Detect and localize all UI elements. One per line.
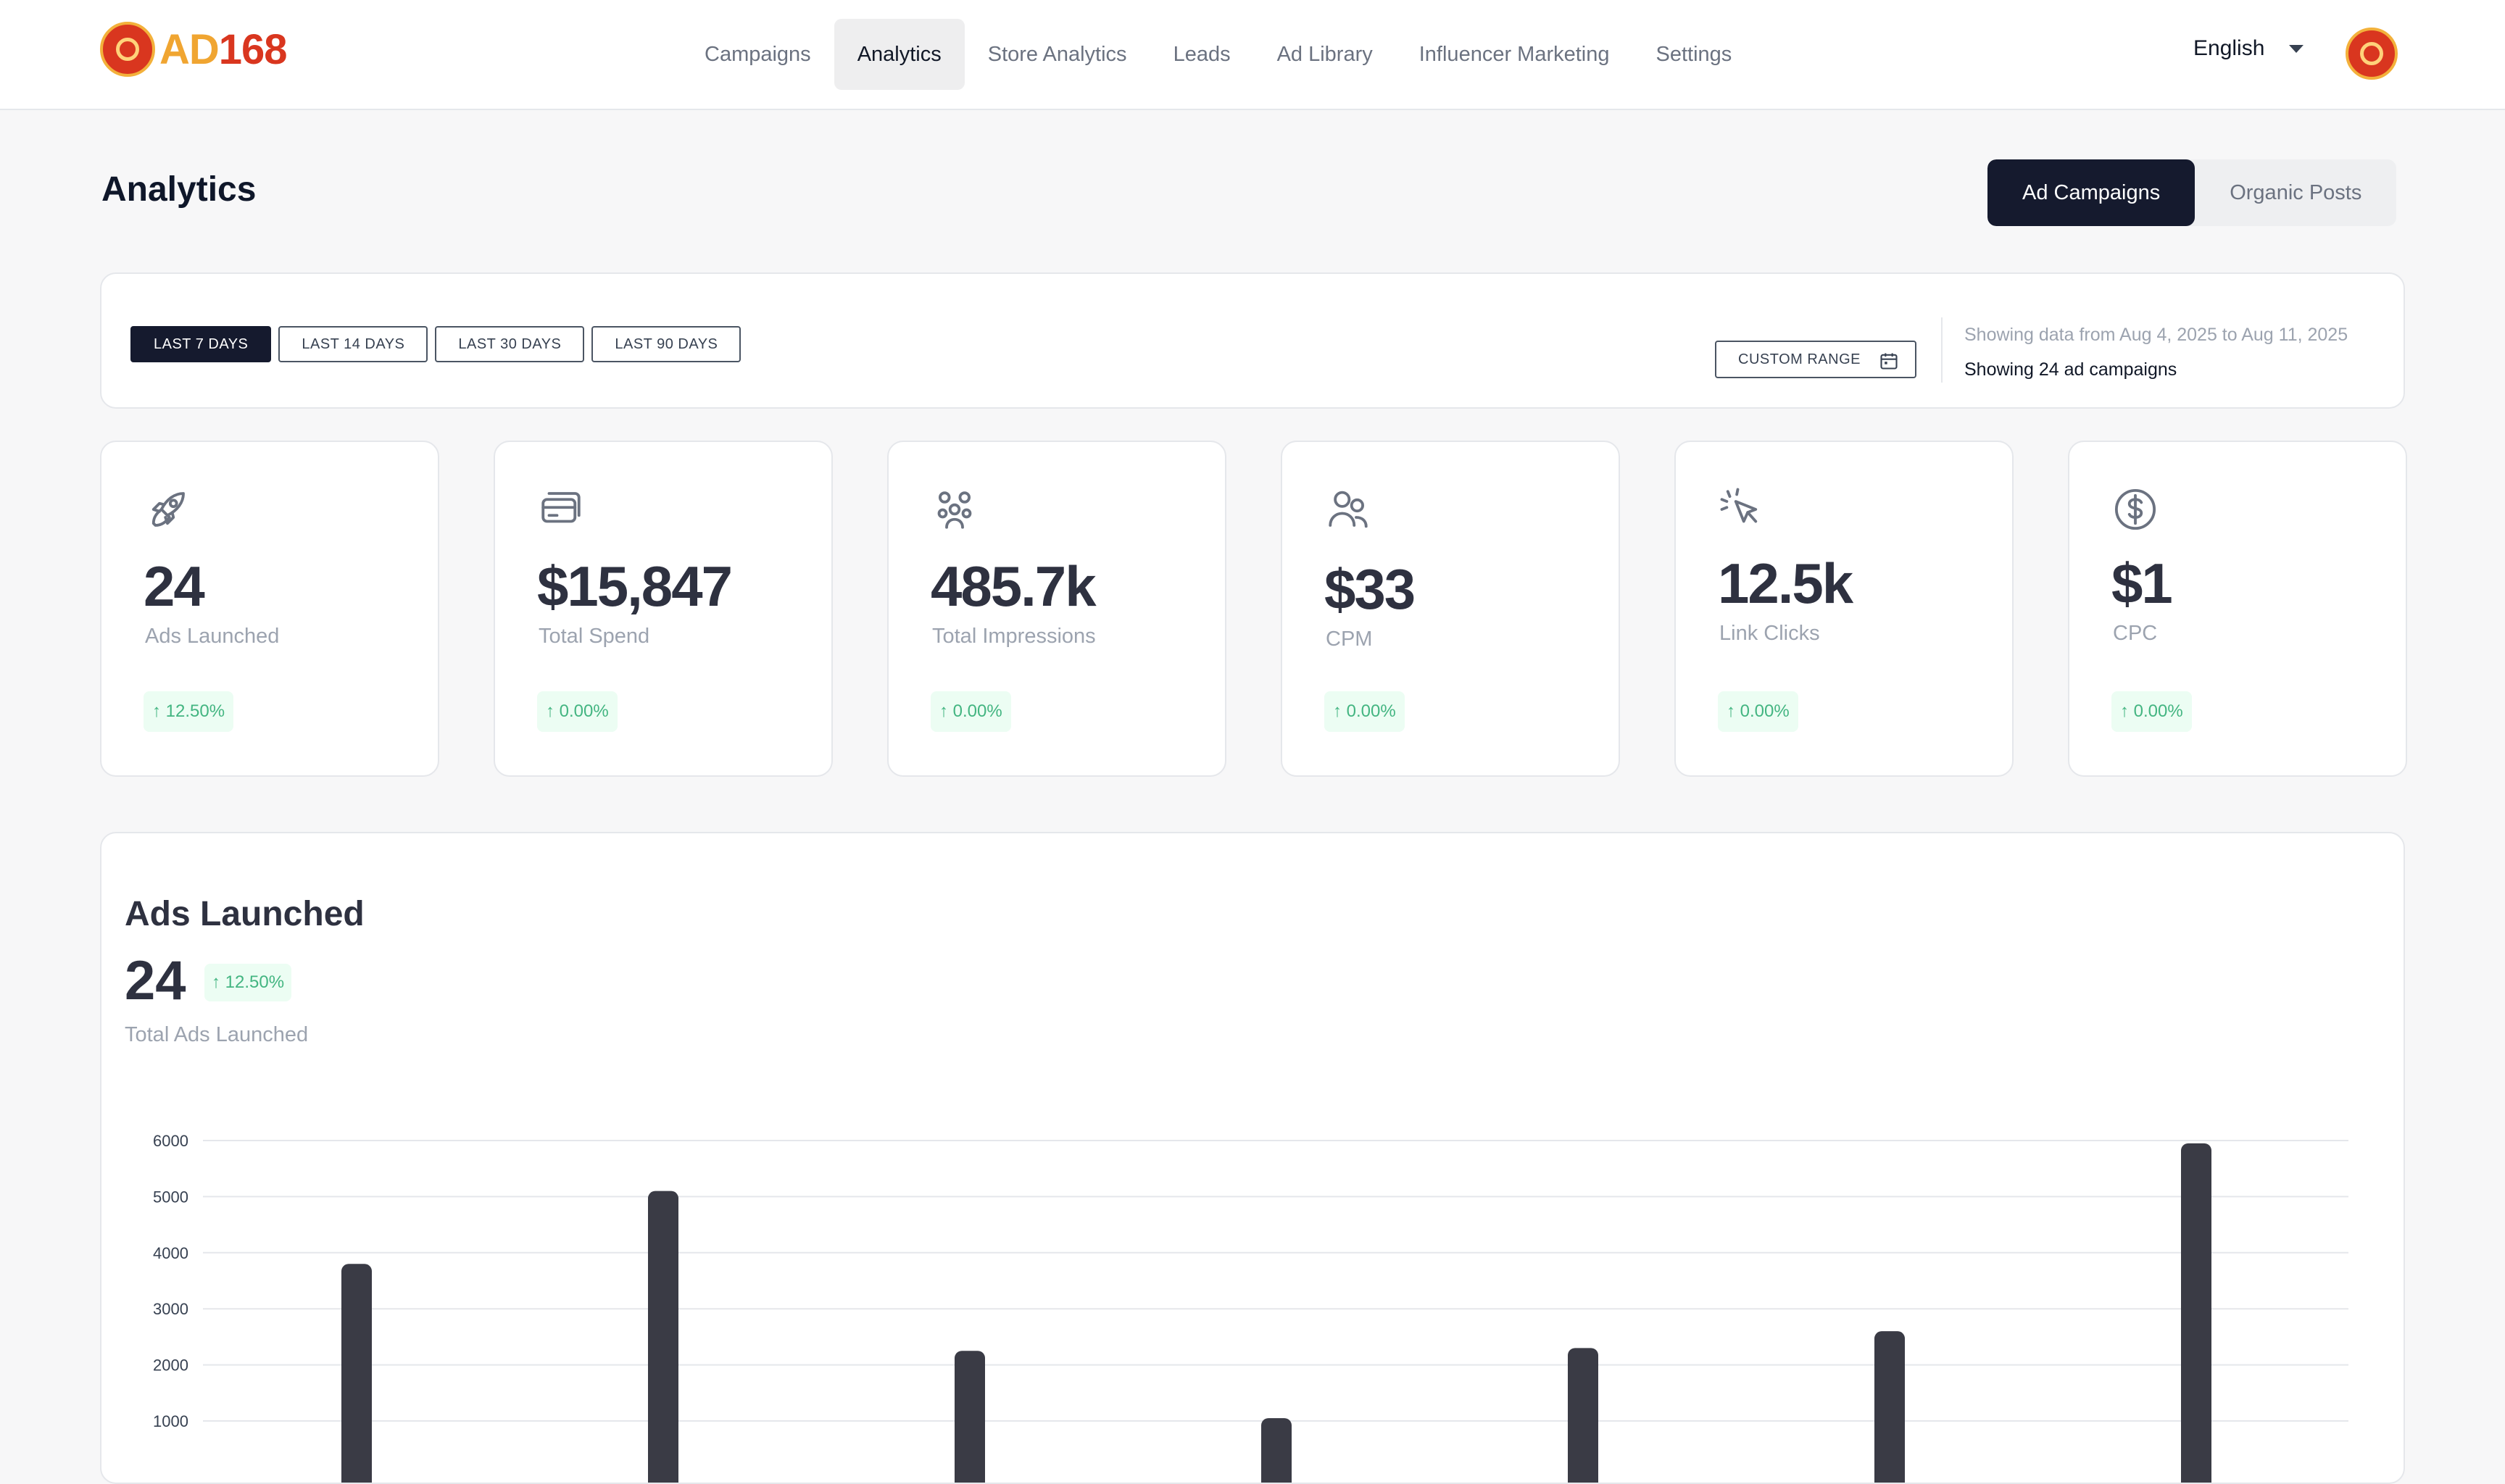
user-avatar[interactable] (2346, 28, 2398, 80)
range-last-90-days-button[interactable]: LAST 90 DAYS (591, 326, 741, 362)
stat-card-cpm: $33 CPM ↑ 0.00% (1281, 441, 1620, 777)
chevron-down-icon (2289, 44, 2304, 53)
users-icon (1329, 491, 1368, 528)
chart-bar[interactable] (1568, 1348, 1598, 1483)
stat-change-badge: ↑ 12.50% (144, 691, 234, 732)
date-filter-card: LAST 7 DAYS LAST 14 DAYS LAST 30 DAYS LA… (100, 272, 2405, 409)
range-last-14-days-button[interactable]: LAST 14 DAYS (278, 326, 428, 362)
date-range-buttons: LAST 7 DAYS LAST 14 DAYS LAST 30 DAYS LA… (130, 326, 741, 362)
nav-item-analytics[interactable]: Analytics (834, 19, 965, 90)
stat-label: Total Impressions (932, 625, 1096, 648)
y-tick-label: 5000 (153, 1188, 188, 1206)
main-nav: Campaigns Analytics Store Analytics Lead… (681, 19, 1755, 90)
custom-range-label: CUSTOM RANGE (1738, 351, 1861, 367)
y-tick-label: 3000 (153, 1300, 188, 1318)
nav-item-influencer-marketing[interactable]: Influencer Marketing (1396, 19, 1633, 90)
language-label: English (2193, 36, 2265, 60)
ads-launched-chart-card: Ads Launched 24 ↑ 12.50% Total Ads Launc… (100, 832, 2405, 1484)
custom-range-button[interactable]: CUSTOM RANGE (1715, 341, 1916, 378)
chart-bar[interactable] (955, 1351, 985, 1483)
chart-bar[interactable] (1261, 1418, 1292, 1483)
y-tick-label: 4000 (153, 1244, 188, 1262)
dollar-circle-icon (2114, 488, 2156, 530)
nav-item-leads[interactable]: Leads (1150, 19, 1254, 90)
brand-logo[interactable]: AD168 (100, 22, 288, 77)
stat-change-badge: ↑ 0.00% (931, 691, 1011, 732)
date-range-summary: Showing data from Aug 4, 2025 to Aug 11,… (1964, 325, 2348, 345)
stat-value: $15,847 (537, 554, 733, 618)
nav-item-store-analytics[interactable]: Store Analytics (965, 19, 1150, 90)
chart-bar[interactable] (648, 1191, 678, 1483)
stat-label: Ads Launched (145, 625, 280, 648)
stat-change-badge: ↑ 0.00% (537, 691, 618, 732)
stat-value: $1 (2111, 551, 2173, 615)
stat-value: $33 (1324, 557, 1416, 621)
content-type-toggle: Ad Campaigns Organic Posts (1987, 159, 2397, 226)
stat-card-total-impressions: 485.7k Total Impressions ↑ 0.00% (887, 441, 1226, 777)
stat-change-badge: ↑ 0.00% (2111, 691, 2192, 732)
range-last-7-days-button[interactable]: LAST 7 DAYS (130, 326, 272, 362)
stat-label: CPM (1326, 628, 1373, 651)
nav-item-ad-library[interactable]: Ad Library (1254, 19, 1396, 90)
y-tick-label: 1000 (153, 1412, 188, 1430)
chart-bar[interactable] (2181, 1143, 2211, 1483)
cursor-click-icon (1720, 488, 1758, 523)
brand-name-part1: AD (159, 25, 220, 73)
stat-value: 24 (144, 554, 205, 618)
range-last-30-days-button[interactable]: LAST 30 DAYS (435, 326, 585, 362)
page-title: Analytics (101, 170, 257, 209)
chart-bar[interactable] (1874, 1331, 1905, 1483)
stat-card-link-clicks: 12.5k Link Clicks ↑ 0.00% (1674, 441, 2014, 777)
stat-card-cpc: $1 CPC ↑ 0.00% (2068, 441, 2407, 777)
chart-bar[interactable] (341, 1264, 372, 1483)
campaign-count-summary: Showing 24 ad campaigns (1964, 359, 2177, 380)
stat-label: Total Spend (539, 625, 650, 648)
nav-item-settings[interactable]: Settings (1633, 19, 1756, 90)
rocket-icon (151, 492, 185, 527)
top-navigation-bar: AD168 Campaigns Analytics Store Analytic… (0, 0, 2505, 110)
language-selector[interactable]: English (2193, 36, 2304, 61)
stat-change-badge: ↑ 0.00% (1324, 691, 1405, 732)
stat-label: Link Clicks (1719, 622, 1820, 645)
nav-item-campaigns[interactable]: Campaigns (681, 19, 834, 90)
ad-campaigns-tab[interactable]: Ad Campaigns (1987, 159, 2195, 226)
stat-card-total-spend: $15,847 Total Spend ↑ 0.00% (494, 441, 833, 777)
credit-card-icon (541, 492, 581, 523)
ads-launched-bar-chart: 1000 2000 3000 4000 5000 6000 (153, 1132, 2348, 1483)
organic-posts-tab[interactable]: Organic Posts (2195, 159, 2396, 226)
y-tick-label: 6000 (153, 1132, 188, 1150)
brand-logo-mark (100, 22, 155, 77)
group-icon (937, 491, 972, 529)
stat-value: 12.5k (1718, 551, 1853, 615)
y-tick-label: 2000 (153, 1356, 188, 1375)
brand-name-part2: 168 (218, 25, 288, 73)
brand-name: AD168 (159, 25, 288, 74)
stat-value: 485.7k (931, 554, 1097, 618)
calendar-icon (1880, 353, 1898, 370)
stat-label: CPC (2113, 622, 2158, 645)
stat-card-ads-launched: 24 Ads Launched ↑ 12.50% (100, 441, 439, 777)
stat-change-badge: ↑ 0.00% (1718, 691, 1798, 732)
filter-divider (1941, 317, 1943, 383)
